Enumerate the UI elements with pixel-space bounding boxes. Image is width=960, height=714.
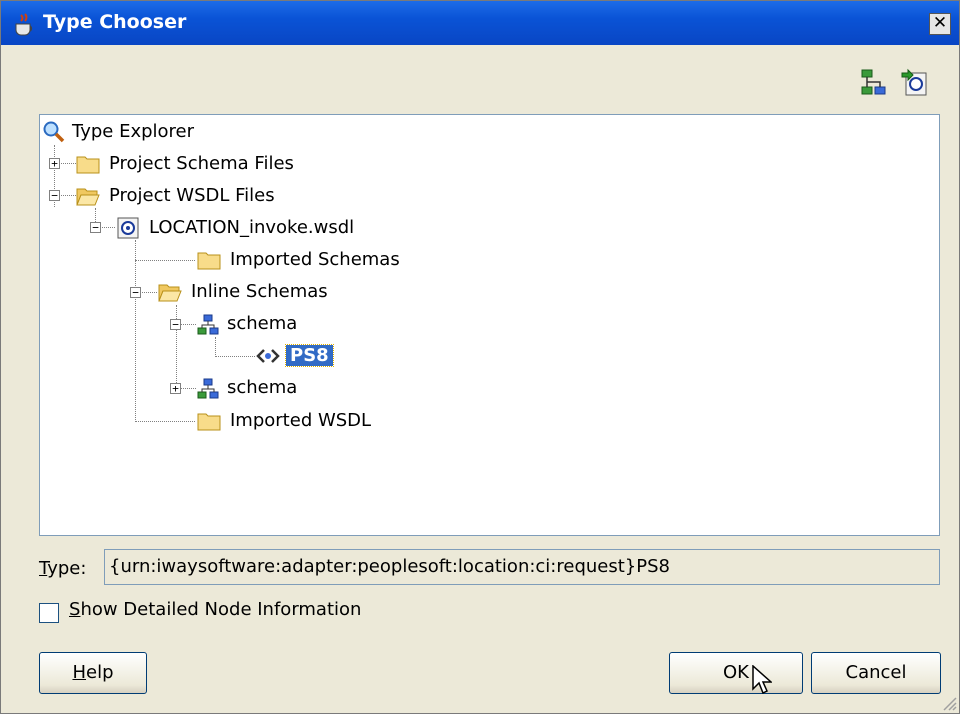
tree-item-label: schema: [227, 313, 298, 334]
tree-item-label: Imported Schemas: [230, 249, 400, 270]
tree-item-label: Imported WSDL: [230, 410, 372, 431]
tree-line: [215, 356, 255, 357]
tree-item-label: LOCATION_invoke.wsdl: [149, 217, 355, 238]
tree-item-inline-schemas[interactable]: Inline Schemas: [158, 277, 328, 307]
tree-line: [135, 421, 195, 422]
tree-item-schema[interactable]: schema: [197, 373, 297, 403]
title-bar[interactable]: Type Chooser ✕: [1, 1, 959, 45]
tree-root[interactable]: Type Explorer: [42, 117, 194, 147]
open-folder-icon: [76, 188, 100, 206]
close-button[interactable]: ✕: [929, 13, 951, 35]
selected-node-label: PS8: [285, 344, 334, 367]
tree-item-label: Inline Schemas: [191, 281, 328, 302]
expand-toggle[interactable]: +: [170, 383, 181, 394]
resize-grip-icon[interactable]: [941, 695, 957, 711]
cancel-button[interactable]: Cancel: [811, 652, 941, 694]
tree-item-wsdl-file[interactable]: LOCATION_invoke.wsdl: [117, 213, 354, 243]
collapse-toggle[interactable]: −: [130, 287, 141, 298]
magnifier-icon: [43, 121, 65, 143]
folder-icon: [197, 252, 221, 270]
help-button[interactable]: Help: [39, 652, 147, 694]
tree-item-ps8[interactable]: PS8: [256, 341, 334, 371]
tree-root-label: Type Explorer: [72, 121, 195, 142]
folder-icon: [197, 413, 221, 431]
tree-item-project-schema-files[interactable]: Project Schema Files: [76, 149, 294, 179]
collapse-toggle[interactable]: −: [90, 222, 101, 233]
ok-button[interactable]: OK: [669, 652, 803, 694]
tree-item-imported-schemas[interactable]: Imported Schemas: [197, 245, 400, 275]
tree-item-label: Project Schema Files: [109, 153, 294, 174]
tree-item-label: Project WSDL Files: [109, 185, 275, 206]
tree-item-project-wsdl-files[interactable]: Project WSDL Files: [76, 181, 275, 211]
type-tree[interactable]: + − − − − + Type Explorer Project Schema…: [39, 114, 940, 536]
collapse-toggle[interactable]: −: [49, 190, 60, 201]
import-icon[interactable]: [900, 67, 930, 97]
tree-item-imported-wsdl[interactable]: Imported WSDL: [197, 406, 371, 436]
schema-icon: [197, 314, 219, 335]
tree-item-schema[interactable]: schema: [197, 309, 297, 339]
hierarchy-view-icon[interactable]: [859, 67, 889, 97]
tree-line: [135, 240, 136, 422]
mouse-cursor-icon: [752, 665, 772, 695]
type-field[interactable]: {urn:iwaysoftware:adapter:peoplesoft:loc…: [104, 549, 940, 585]
tree-line: [215, 337, 216, 357]
element-icon: [256, 349, 280, 363]
tree-line: [135, 260, 195, 261]
dialog-title: Type Chooser: [43, 11, 187, 33]
wsdl-file-icon: [117, 217, 139, 239]
show-detail-checkbox[interactable]: [39, 603, 59, 623]
show-detail-label[interactable]: Show Detailed Node Information: [69, 599, 361, 620]
tree-item-label: schema: [227, 377, 298, 398]
type-chooser-dialog: Type Chooser ✕ + − − − − + Type Explorer…: [0, 0, 960, 714]
close-icon: ✕: [932, 13, 948, 33]
type-label: Type:: [39, 558, 87, 579]
open-folder-icon: [158, 284, 182, 302]
collapse-toggle[interactable]: −: [170, 319, 181, 330]
schema-icon: [197, 378, 219, 399]
java-cup-icon: [15, 13, 33, 36]
expand-toggle[interactable]: +: [49, 158, 60, 169]
folder-icon: [76, 156, 100, 174]
